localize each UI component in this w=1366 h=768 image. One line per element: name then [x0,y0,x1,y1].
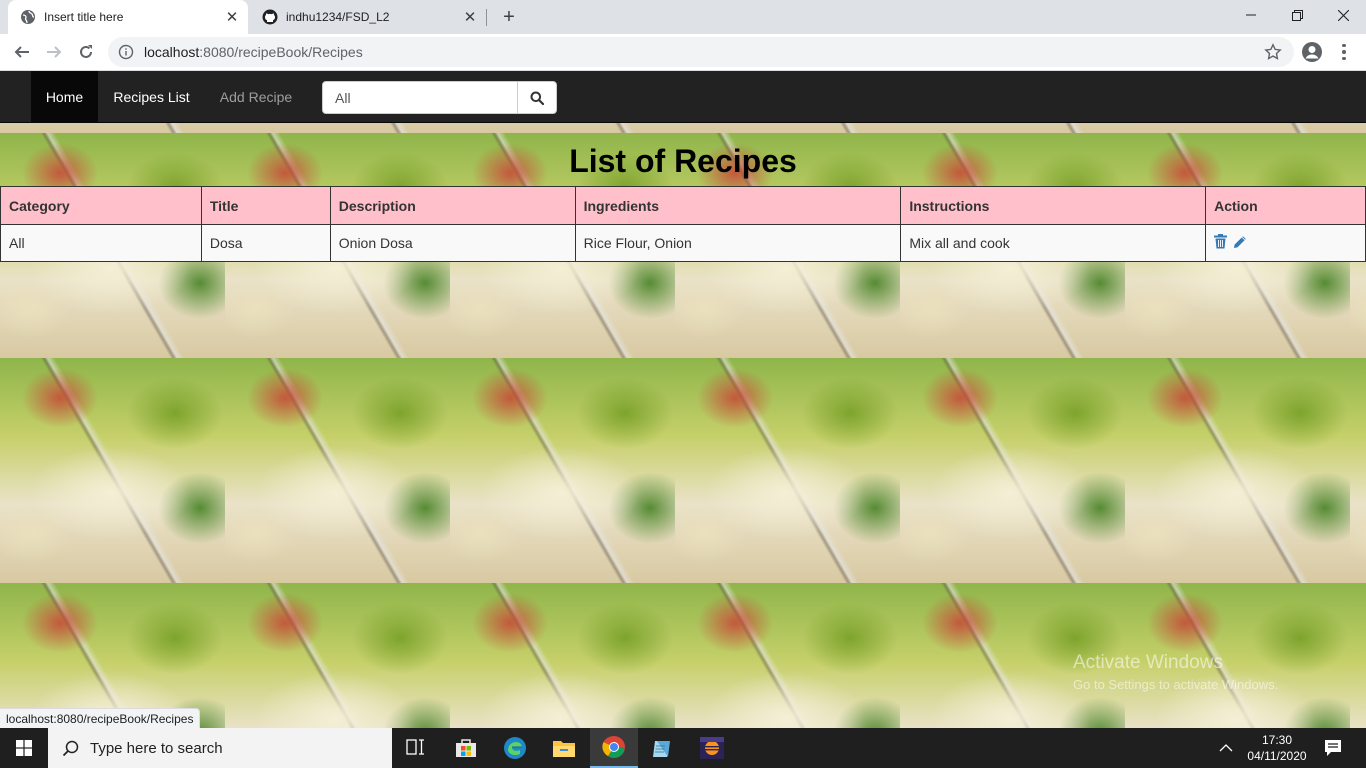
cell-ingredients: Rice Flour, Onion [574,224,902,262]
column-header-title: Title [200,186,331,225]
folder-icon [553,741,575,757]
url-text: localhost:8080/recipeBook/Recipes [144,44,363,60]
site-info-icon[interactable] [118,44,134,60]
nav-home[interactable]: Home [31,71,98,123]
reload-button[interactable] [72,38,100,66]
page-viewport: Home Recipes List Add Recipe All List of… [0,71,1366,728]
search-icon [530,91,544,105]
github-icon [262,9,278,25]
clock-time: 17:30 [1261,733,1293,747]
site-navbar: Home Recipes List Add Recipe All [0,71,1366,123]
link-hover-status: localhost:8080/recipeBook/Recipes [0,708,201,728]
edge-icon [504,737,526,759]
tab-title: indhu1234/FSD_L2 [286,10,390,24]
table-row: All Dosa Onion Dosa Rice Flour, Onion Mi… [0,224,1366,262]
eclipse-ide-icon [700,737,724,759]
browser-tab-active[interactable]: Insert title here ✕ [8,0,248,34]
pencil-icon[interactable] [1233,235,1247,252]
tab-close-icon[interactable]: ✕ [460,7,480,27]
profile-avatar-icon[interactable] [1300,40,1324,64]
search-button[interactable] [517,81,557,114]
windows-logo-icon [16,740,32,756]
column-header-action: Action [1205,186,1366,225]
globe-icon [20,9,36,25]
chevron-up-icon [1219,744,1233,752]
chrome-icon [602,736,625,758]
task-view-button[interactable] [392,728,440,768]
clock-date: 04/11/2020 [1247,749,1307,763]
search-icon [62,740,79,757]
forward-button[interactable] [40,38,68,66]
cell-instructions: Mix all and cook [900,224,1207,262]
taskbar-eclipse[interactable] [688,728,736,768]
new-tab-button[interactable]: + [498,6,520,28]
tab-title: Insert title here [44,10,124,24]
recipes-table: Category Title Description Ingredients I… [0,186,1366,262]
url-path: :8080/recipeBook/Recipes [199,44,363,60]
taskbar-edge[interactable] [491,728,539,768]
bookmark-star-icon[interactable] [1264,43,1282,66]
taskbar-file-explorer[interactable] [540,728,588,768]
start-button[interactable] [0,728,48,768]
cell-description: Onion Dosa [329,224,576,262]
table-header-row: Category Title Description Ingredients I… [0,186,1366,225]
task-view-icon [406,739,424,755]
trash-icon[interactable] [1214,234,1228,252]
column-header-description: Description [329,186,576,225]
cell-action [1205,224,1366,262]
browser-tab-strip: Insert title here ✕ indhu1234/FSD_L2 ✕ + [0,0,1366,34]
action-center-button[interactable] [1316,728,1350,768]
cell-title: Dosa [200,224,331,262]
system-clock[interactable]: 17:30 04/11/2020 [1240,728,1314,768]
column-header-category: Category [0,186,202,225]
activate-windows-watermark: Activate Windows [1073,652,1223,673]
show-hidden-icons-button[interactable] [1212,728,1240,768]
column-header-instructions: Instructions [900,186,1207,225]
notification-icon [1325,740,1341,756]
back-button[interactable] [8,38,36,66]
nav-recipes-list[interactable]: Recipes List [98,71,205,123]
cell-category: All [0,224,202,262]
activate-windows-hint: Go to Settings to activate Windows. [1073,677,1279,692]
browser-toolbar: localhost:8080/recipeBook/Recipes [0,34,1366,71]
restore-button[interactable] [1274,0,1320,30]
nav-add-recipe[interactable]: Add Recipe [205,71,307,123]
address-bar[interactable]: localhost:8080/recipeBook/Recipes [108,37,1294,67]
tab-divider [486,9,487,26]
windows-taskbar: Type here to search 17:30 04/11/2020 [0,728,1366,768]
close-window-button[interactable] [1320,0,1366,30]
minimize-button[interactable] [1228,0,1274,30]
url-host: localhost [144,44,200,60]
taskbar-store[interactable] [442,728,490,768]
notepad-app-icon [653,741,670,757]
column-header-ingredients: Ingredients [574,186,902,225]
browser-menu-icon[interactable] [1336,40,1352,64]
taskbar-search-placeholder: Type here to search [90,739,223,757]
taskbar-chrome[interactable] [590,728,638,768]
taskbar-app-blue[interactable] [638,728,686,768]
taskbar-search-box[interactable]: Type here to search [48,728,392,768]
page-title: List of Recipes [569,143,797,179]
tab-close-icon[interactable]: ✕ [222,7,242,27]
search-input[interactable]: All [322,81,518,114]
store-bag-icon [456,739,476,757]
browser-tab-inactive[interactable]: indhu1234/FSD_L2 ✕ [250,0,486,34]
